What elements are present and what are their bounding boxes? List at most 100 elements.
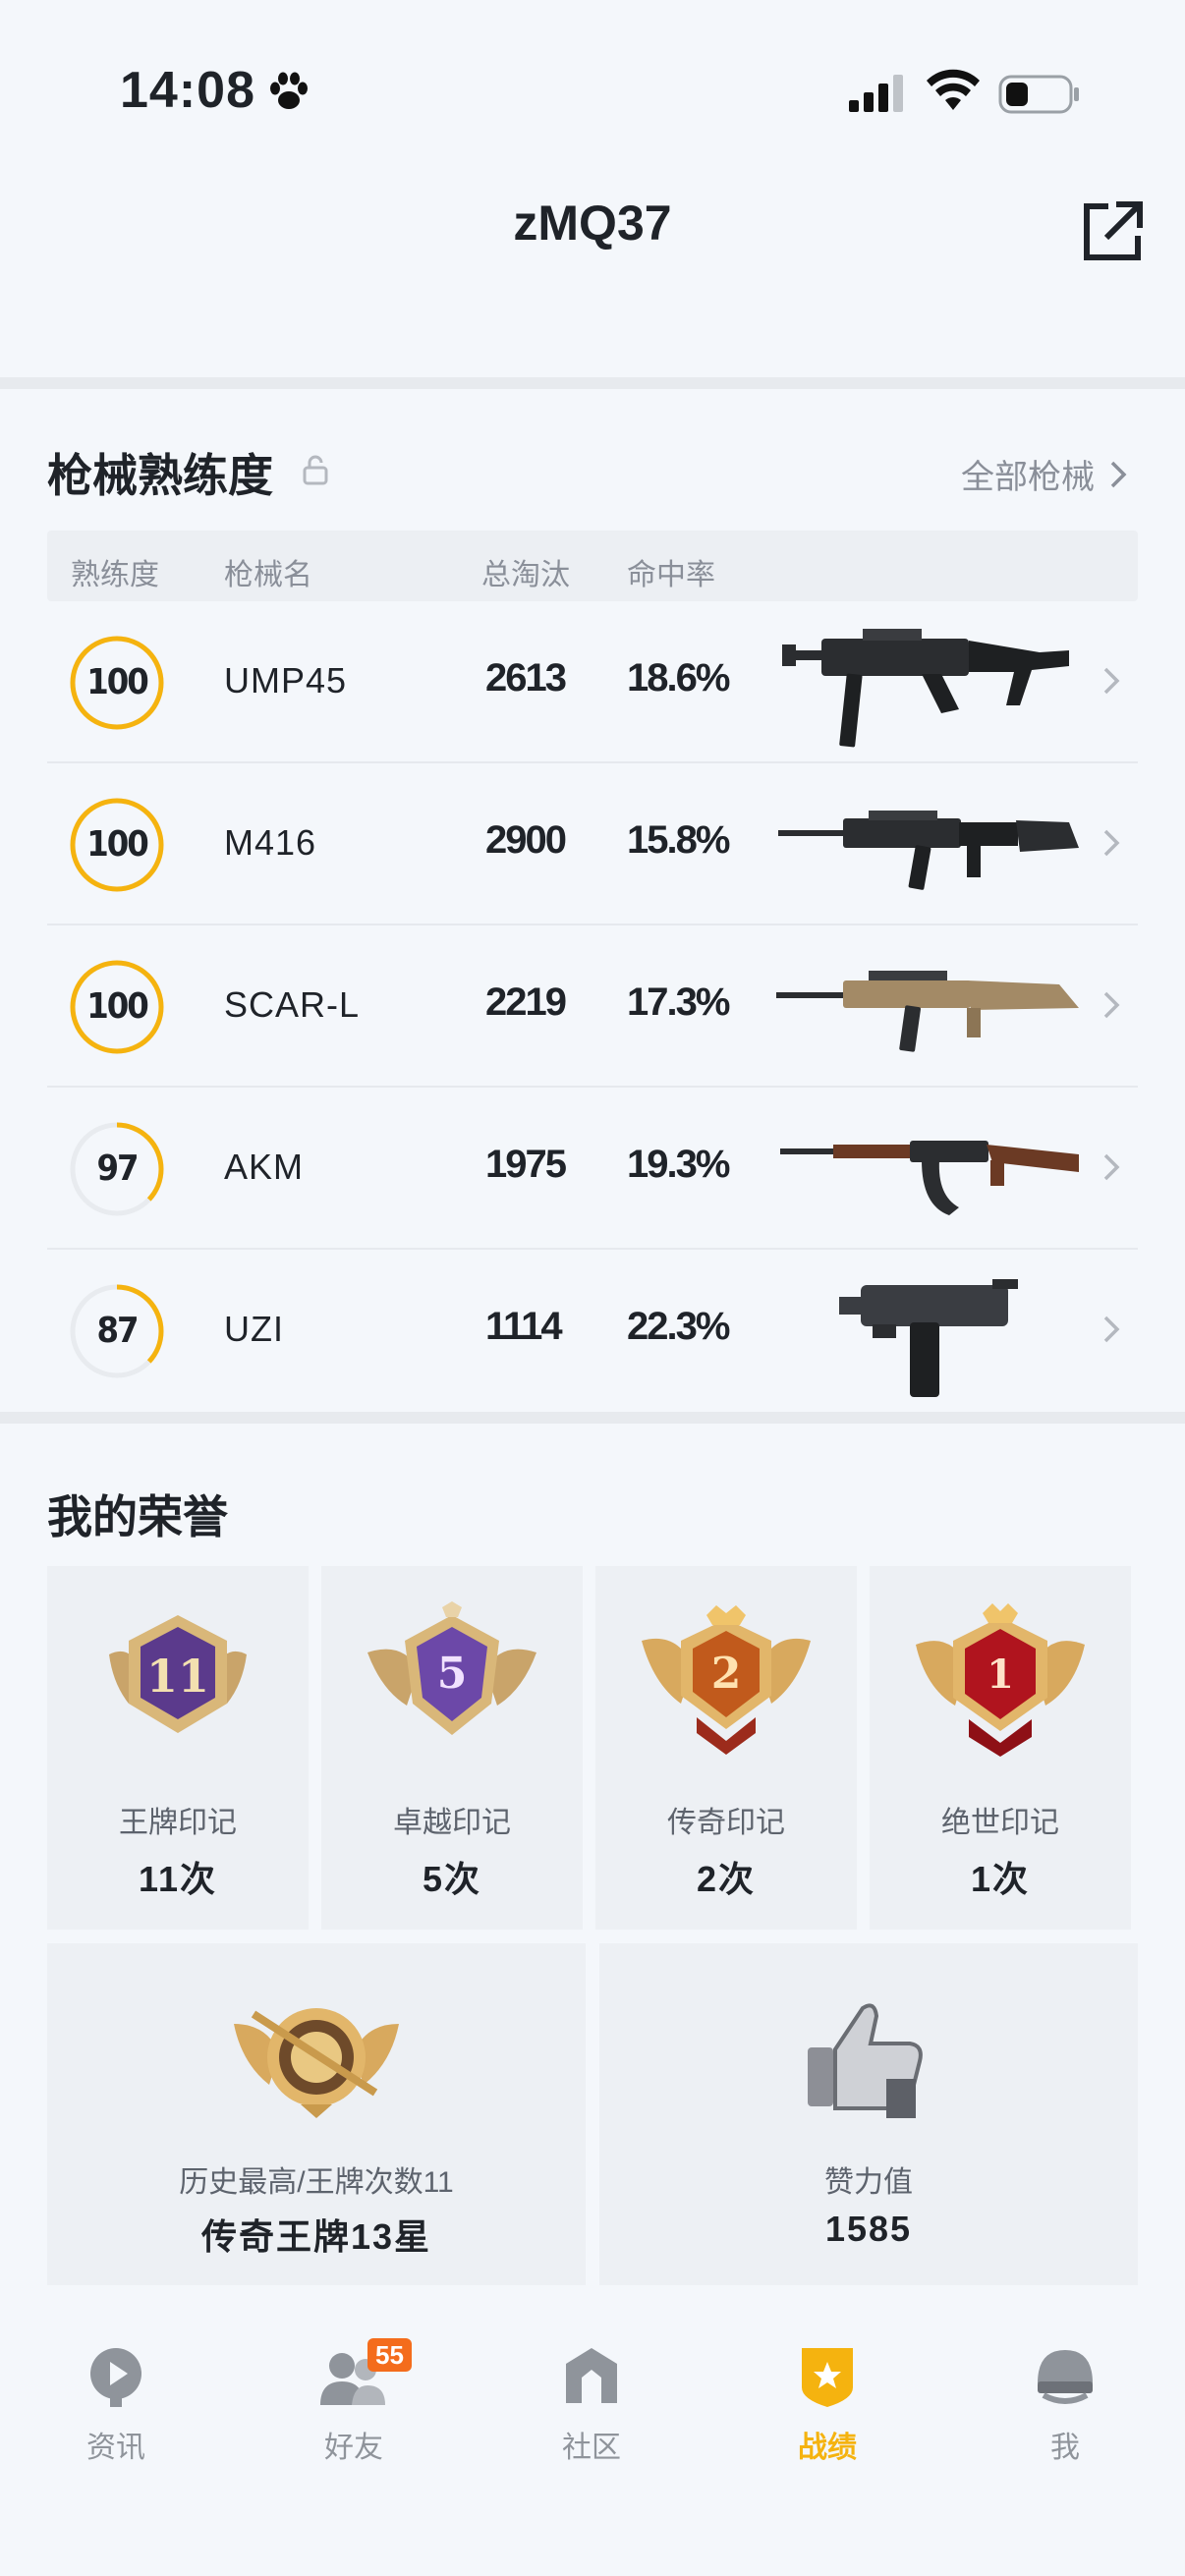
chevron-right-icon <box>1103 1316 1120 1343</box>
honor-card-legend[interactable]: 2 传奇印记 2次 <box>595 1566 857 1930</box>
svg-text:11: 11 <box>146 1650 209 1703</box>
ump45-image <box>782 629 1069 748</box>
weapon-accuracy: 15.8% <box>627 818 730 862</box>
chevron-right-icon <box>1103 829 1120 857</box>
honor-value: 1585 <box>824 2209 913 2249</box>
tab-me[interactable]: 我 <box>987 2344 1144 2466</box>
chevron-right-icon <box>1103 667 1120 695</box>
svg-text:1: 1 <box>987 1652 1014 1698</box>
status-bar: 14:08 <box>0 0 1185 187</box>
friends-count-badge: 55 <box>367 2338 412 2372</box>
weapon-kills: 2613 <box>485 656 567 700</box>
lock-icon[interactable] <box>301 454 330 487</box>
honor-label: 绝世印记 <box>941 1807 1059 1839</box>
tab-label: 资讯 <box>86 2432 145 2464</box>
legend-emblem-icon: 2 <box>642 1605 811 1755</box>
peerless-emblem-icon: 1 <box>916 1603 1085 1757</box>
proficiency-value: 87 <box>96 1311 139 1351</box>
weapon-name: M416 <box>224 822 317 863</box>
honor-label: 赞力值 <box>824 2166 913 2199</box>
weapon-accuracy: 18.6% <box>627 656 730 700</box>
honor-label: 卓越印记 <box>393 1807 511 1839</box>
all-weapons-label: 全部枪械 <box>961 459 1095 496</box>
column-kills: 总淘汰 <box>481 559 570 591</box>
tab-label: 社区 <box>562 2432 621 2464</box>
proficiency-value: 97 <box>96 1148 139 1189</box>
community-icon <box>566 2348 617 2403</box>
tab-records[interactable]: 战绩 <box>749 2344 906 2466</box>
weapons-section-title: 枪械熟练度 <box>47 450 273 501</box>
ace-emblem-icon: 11 <box>109 1615 247 1733</box>
proficiency-value: 100 <box>86 662 149 702</box>
weapon-name: UZI <box>224 1309 284 1349</box>
tab-label: 我 <box>1050 2432 1080 2464</box>
honor-label: 历史最高/王牌次数11 <box>179 2166 454 2199</box>
status-time: 14:08 <box>120 62 255 119</box>
honor-card-ace[interactable]: 11 王牌印记 11次 <box>47 1566 309 1930</box>
signal-icon <box>849 75 903 112</box>
weapon-accuracy: 19.3% <box>627 1143 730 1186</box>
weapon-kills: 2219 <box>485 980 567 1024</box>
weapon-kills: 1114 <box>485 1305 563 1348</box>
news-icon <box>90 2348 141 2407</box>
weapon-row-scar-l[interactable]: 100 SCAR-L 2219 17.3% <box>47 925 1138 1088</box>
weapon-name: UMP45 <box>224 660 348 700</box>
weapon-row-ump45[interactable]: 100 UMP45 2613 18.6% <box>47 601 1138 763</box>
honor-card-excellence[interactable]: 5 卓越印记 5次 <box>321 1566 583 1930</box>
tab-friends[interactable]: 55 好友 <box>275 2338 432 2466</box>
excellence-emblem-icon: 5 <box>367 1601 536 1735</box>
column-weapon-name: 枪械名 <box>224 559 312 591</box>
weapon-kills: 1975 <box>485 1143 567 1186</box>
uzi-image <box>839 1279 1018 1397</box>
weapons-table-header: 熟练度 枪械名 总淘汰 命中率 <box>47 531 1138 601</box>
honor-label: 传奇印记 <box>667 1807 785 1839</box>
tab-community[interactable]: 社区 <box>513 2344 670 2466</box>
weapon-name: AKM <box>224 1147 305 1187</box>
akm-image <box>780 1141 1079 1215</box>
battery-icon <box>998 75 1079 114</box>
m416-image <box>778 811 1079 890</box>
page-title: zMQ37 <box>513 196 672 251</box>
proficiency-value: 100 <box>86 986 149 1027</box>
svg-text:2: 2 <box>711 1649 742 1699</box>
weapon-row-uzi[interactable]: 87 UZI 1114 22.3% <box>47 1250 1138 1412</box>
honor-value: 1次 <box>970 1859 1031 1899</box>
chevron-right-icon <box>1103 991 1120 1019</box>
weapon-row-m416[interactable]: 100 M416 2900 15.8% <box>47 763 1138 925</box>
weapon-row-akm[interactable]: 97 AKM 1975 19.3% <box>47 1088 1138 1250</box>
honor-value: 5次 <box>422 1859 482 1899</box>
svg-text:5: 5 <box>437 1649 468 1699</box>
honor-value: 2次 <box>696 1859 757 1899</box>
record-icon <box>802 2348 853 2407</box>
column-accuracy: 命中率 <box>627 559 715 591</box>
honor-card-peerless[interactable]: 1 绝世印记 1次 <box>870 1566 1131 1930</box>
weapon-kills: 2900 <box>485 818 567 862</box>
honor-card-best-tier[interactable]: 历史最高/王牌次数11 传奇王牌13星 <box>47 1943 586 2285</box>
scar-l-image <box>776 971 1079 1052</box>
thumbs-up-icon <box>808 2003 923 2118</box>
bottom-tab-bar: 资讯 55 好友 社区 战绩 我 <box>0 2309 1185 2576</box>
chevron-right-icon <box>1103 1153 1120 1181</box>
weapon-accuracy: 17.3% <box>627 980 730 1024</box>
all-weapons-link[interactable]: 全部枪械 <box>961 450 1128 498</box>
column-proficiency: 熟练度 <box>71 559 159 591</box>
wifi-icon <box>927 69 980 110</box>
honors-section-title: 我的荣誉 <box>47 1491 228 1542</box>
chevron-right-icon <box>1110 461 1127 487</box>
tab-label: 战绩 <box>798 2432 857 2464</box>
share-icon[interactable] <box>1081 198 1146 263</box>
section-divider <box>0 377 1185 389</box>
paw-icon <box>270 72 308 109</box>
honor-value: 11次 <box>138 1859 218 1899</box>
honor-label: 王牌印记 <box>119 1807 237 1839</box>
proficiency-value: 100 <box>86 824 149 865</box>
weapon-accuracy: 22.3% <box>627 1305 730 1348</box>
section-divider <box>0 1412 1185 1424</box>
honor-value: 传奇王牌13星 <box>200 2216 432 2257</box>
weapon-name: SCAR-L <box>224 984 361 1025</box>
honor-card-likes[interactable]: 赞力值 1585 <box>599 1943 1138 2285</box>
tab-label: 好友 <box>324 2432 383 2464</box>
ace-tier-emblem-icon <box>234 2008 399 2118</box>
profile-icon <box>1038 2350 1093 2404</box>
tab-news[interactable]: 资讯 <box>37 2344 195 2466</box>
